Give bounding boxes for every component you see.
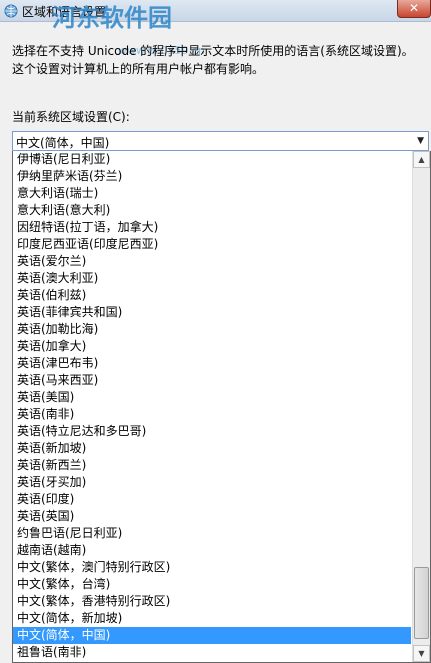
scroll-down-arrow-icon[interactable]: ▼ xyxy=(413,645,430,662)
scrollbar-thumb[interactable] xyxy=(414,567,429,639)
system-locale-label: 当前系统区域设置(C): xyxy=(12,110,130,124)
dropdown-item[interactable]: 英语(澳大利亚) xyxy=(13,270,411,287)
dropdown-item[interactable]: 中文(繁体，台湾) xyxy=(13,576,411,593)
system-locale-combobox[interactable]: 中文(简体，中国) ▼ xyxy=(12,131,429,151)
globe-icon xyxy=(4,4,18,18)
dropdown-item[interactable]: 祖鲁语(南非) xyxy=(13,644,411,661)
dropdown-item[interactable]: 英语(津巴布韦) xyxy=(13,355,411,372)
dropdown-item[interactable]: 英语(加勒比海) xyxy=(13,321,411,338)
dropdown-item[interactable]: 英语(马来西亚) xyxy=(13,372,411,389)
dropdown-item[interactable]: 英语(爱尔兰) xyxy=(13,253,411,270)
dropdown-scrollbar[interactable]: ▲ ▼ xyxy=(412,151,430,662)
dropdown-item[interactable]: 中文(繁体，香港特别行政区) xyxy=(13,593,411,610)
dropdown-item[interactable]: 英语(新西兰) xyxy=(13,457,411,474)
dropdown-item[interactable]: 中文(简体，新加坡) xyxy=(13,610,411,627)
watermark-logo: 河东软件园 xyxy=(52,3,172,32)
scroll-up-arrow-icon[interactable]: ▲ xyxy=(413,151,430,168)
dropdown-item[interactable]: 意大利语(意大利) xyxy=(13,202,411,219)
locale-dropdown-list[interactable]: 伊博语(尼日利亚) 伊纳里萨米语(芬兰) 意大利语(瑞士) 意大利语(意大利) 因纽特语… xyxy=(12,151,431,663)
dropdown-item[interactable]: 英语(菲律宾共和国) xyxy=(13,304,411,321)
dropdown-item[interactable]: 英语(特立尼达和多巴哥) xyxy=(13,423,411,440)
dropdown-item[interactable]: 英语(伯利兹) xyxy=(13,287,411,304)
dropdown-item[interactable]: 英语(英国) xyxy=(13,508,411,525)
chevron-down-icon[interactable]: ▼ xyxy=(417,136,424,146)
dropdown-item[interactable]: 约鲁巴语(尼日利亚) xyxy=(13,525,411,542)
dropdown-item-selected[interactable]: 中文(简体，中国) xyxy=(13,627,411,644)
dropdown-item[interactable]: 英语(牙买加) xyxy=(13,474,411,491)
dropdown-item[interactable]: 英语(南非) xyxy=(13,406,411,423)
dropdown-item[interactable]: 英语(印度) xyxy=(13,491,411,508)
dropdown-item[interactable]: 英语(新加坡) xyxy=(13,440,411,457)
dropdown-item[interactable]: 印度尼西亚语(印度尼西亚) xyxy=(13,236,411,253)
dropdown-item[interactable]: 英语(加拿大) xyxy=(13,338,411,355)
combobox-selected-value: 中文(简体，中国) xyxy=(16,136,110,150)
dropdown-items: 伊博语(尼日利亚) 伊纳里萨米语(芬兰) 意大利语(瑞士) 意大利语(意大利) 因纽特语… xyxy=(13,151,411,661)
dropdown-item[interactable]: 英语(美国) xyxy=(13,389,411,406)
dialog-background xyxy=(0,150,12,663)
dropdown-item[interactable]: 意大利语(瑞士) xyxy=(13,185,411,202)
dropdown-item[interactable]: 越南语(越南) xyxy=(13,542,411,559)
dropdown-item[interactable]: 伊纳里萨米语(芬兰) xyxy=(13,168,411,185)
close-button[interactable]: ✕ xyxy=(397,0,431,18)
dropdown-item[interactable]: 因纽特语(拉丁语，加拿大) xyxy=(13,219,411,236)
dropdown-item[interactable]: 中文(繁体，澳门特别行政区) xyxy=(13,559,411,576)
dropdown-item[interactable]: 伊博语(尼日利亚) xyxy=(13,151,411,168)
locale-description: 选择在不支持 Unicode 的程序中显示文本时所使用的语言(系统区域设置)。这… xyxy=(12,44,414,76)
